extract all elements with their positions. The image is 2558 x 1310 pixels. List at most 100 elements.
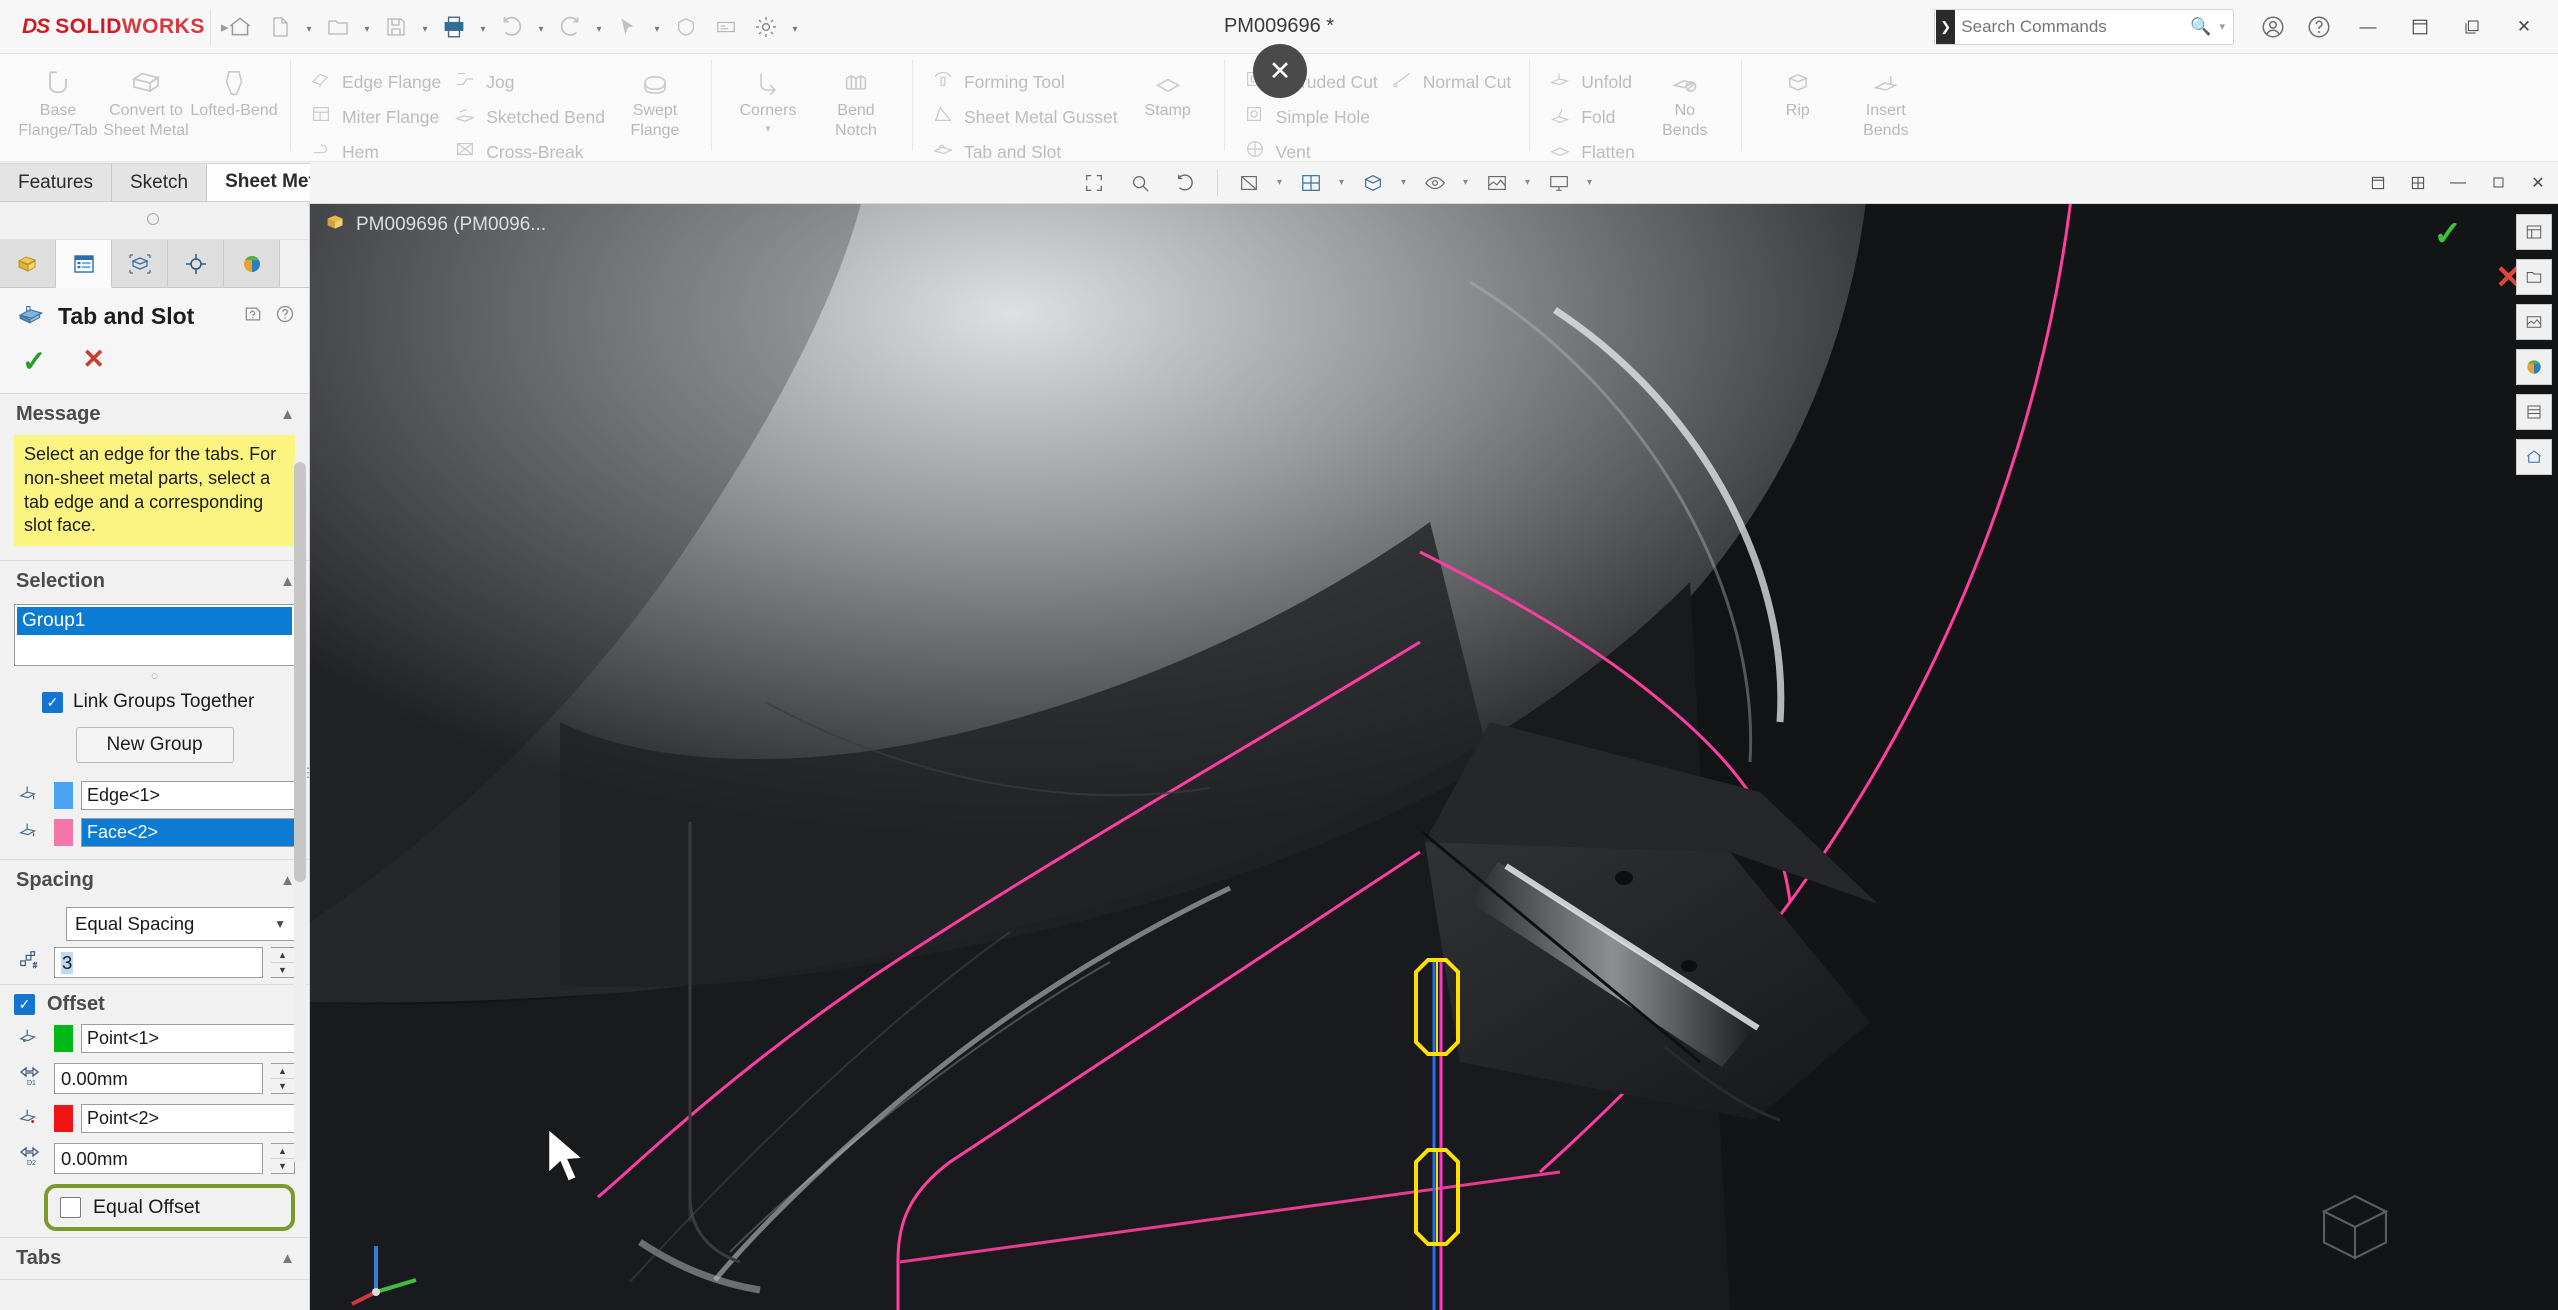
search-dropdown-caret-icon[interactable]: ▾ (2219, 20, 2233, 33)
group-list-item[interactable]: Group1 (17, 607, 292, 635)
tab-edge-value[interactable]: Edge<1> (81, 781, 295, 810)
print-icon[interactable] (435, 7, 473, 47)
stepper-down-icon[interactable]: ▼ (271, 1079, 294, 1093)
group-listbox[interactable]: Group1 (14, 604, 295, 666)
scrollbar-thumb[interactable] (294, 462, 306, 882)
new-document-icon[interactable] (261, 7, 299, 47)
stamp-button[interactable]: Stamp (1124, 58, 1212, 120)
sketched-bend-button[interactable]: Sketched Bend (447, 101, 611, 133)
equal-offset-checkbox[interactable] (60, 1197, 81, 1218)
whats-this-icon[interactable] (243, 304, 263, 329)
minimize-window-button[interactable]: — (2344, 4, 2392, 50)
offset-checkbox[interactable]: ✓ (14, 994, 35, 1015)
file-properties-icon[interactable] (707, 7, 745, 47)
selection-section-header[interactable]: Selection ▲ (0, 561, 309, 602)
save-caret-icon[interactable]: ▾ (417, 7, 433, 47)
view-cube[interactable] (2312, 1184, 2398, 1270)
apply-scene-caret-icon[interactable]: ▾ (1520, 163, 1536, 203)
open-document-icon[interactable] (319, 7, 357, 47)
undo-icon[interactable] (493, 7, 531, 47)
offset-point-2-value[interactable]: Point<2> (81, 1104, 295, 1133)
offset-distance-2-stepper[interactable]: ▲ ▼ (271, 1143, 295, 1174)
base-flange-tab-button[interactable]: Base Flange/Tab (14, 58, 102, 141)
offset-distance-2-row[interactable]: D2 0.00mm ▲ ▼ (0, 1137, 309, 1180)
offset-header-row[interactable]: ✓ Offset (0, 985, 309, 1020)
chevron-down-icon[interactable]: ▼ (274, 917, 294, 931)
model-viewport[interactable] (310, 162, 2558, 1310)
display-style-caret-icon[interactable]: ▾ (1396, 163, 1412, 203)
offset-point-1-value[interactable]: Point<1> (81, 1024, 295, 1053)
options-gear-icon[interactable] (747, 7, 785, 47)
message-section-header[interactable]: Message ▲ (0, 394, 309, 435)
dimxpert-manager-tab[interactable] (168, 240, 224, 288)
confirm-ok-button[interactable]: ✓ (2434, 214, 2463, 254)
section-view-icon[interactable] (1226, 163, 1272, 203)
tab-features[interactable]: Features (0, 163, 112, 201)
undo-caret-icon[interactable]: ▾ (533, 7, 549, 47)
rebuild-icon[interactable] (667, 7, 705, 47)
close-overlay-button[interactable]: ✕ (1253, 44, 1307, 98)
stepper-up-icon[interactable]: ▲ (271, 1144, 294, 1159)
offset-distance-1-field[interactable]: 0.00mm (54, 1063, 263, 1094)
new-document-caret-icon[interactable]: ▾ (301, 7, 317, 47)
configuration-manager-tab[interactable] (112, 240, 168, 288)
normal-cut-button[interactable]: Normal Cut (1384, 66, 1518, 98)
instance-count-field[interactable]: 3 (54, 947, 263, 978)
view-orientation-caret-icon[interactable]: ▾ (1334, 163, 1350, 203)
search-commands-box[interactable]: ❯ 🔍 ▾ (1934, 8, 2234, 45)
display-manager-tab[interactable] (224, 240, 280, 288)
offset-distance-2-field[interactable]: 0.00mm (54, 1143, 263, 1174)
tile-doc-button[interactable] (2398, 163, 2438, 203)
listbox-resize-grip[interactable]: ○ (0, 668, 309, 683)
redo-icon[interactable] (551, 7, 589, 47)
section-view-caret-icon[interactable]: ▾ (1272, 163, 1288, 203)
search-input[interactable] (1961, 16, 2183, 37)
chevron-up-icon[interactable]: ▲ (280, 406, 295, 423)
bend-notch-button[interactable]: Bend Notch (812, 58, 900, 141)
property-manager-tab[interactable] (56, 240, 112, 288)
graphics-area[interactable]: ▾ ▾ ▾ ▾ ▾ ▾ — ✕ PM009696 (PM0096... ✓ ✕ (310, 162, 2558, 1310)
close-doc-button[interactable]: ✕ (2518, 163, 2558, 203)
chevron-up-icon[interactable]: ▲ (280, 872, 295, 889)
minimize-doc-button[interactable]: — (2438, 163, 2478, 203)
open-document-caret-icon[interactable]: ▾ (359, 7, 375, 47)
no-bends-button[interactable]: No Bends (1641, 58, 1729, 141)
feature-manager-tab[interactable] (0, 240, 56, 288)
appearances-folder-icon[interactable] (2516, 259, 2552, 295)
swept-flange-button[interactable]: Swept Flange (611, 58, 699, 141)
fold-button[interactable]: Fold (1542, 101, 1641, 133)
print-caret-icon[interactable]: ▾ (475, 7, 491, 47)
decals-icon[interactable] (2516, 394, 2552, 430)
instance-count-row[interactable]: 3 ▲ ▼ (0, 941, 309, 984)
offset-distance-1-row[interactable]: D1 0.00mm ▲ ▼ (0, 1057, 309, 1100)
maximize-doc-button[interactable] (2478, 163, 2518, 203)
appearance-sphere-icon[interactable] (2516, 349, 2552, 385)
offset-point-2-row[interactable]: Point<2> (0, 1100, 309, 1137)
unfold-button[interactable]: Unfold (1542, 66, 1641, 98)
tabs-section-header[interactable]: Tabs ▲ (0, 1238, 309, 1279)
offset-distance-1-stepper[interactable]: ▲ ▼ (271, 1063, 295, 1094)
sheet-metal-gusset-button[interactable]: Sheet Metal Gusset (925, 101, 1124, 133)
spacing-mode-select[interactable]: Equal Spacing ▼ (66, 907, 295, 941)
save-icon[interactable] (377, 7, 415, 47)
auto-hide-pin-icon[interactable] (147, 213, 159, 225)
view-settings-icon[interactable] (1536, 163, 1582, 203)
forming-tool-button[interactable]: Forming Tool (925, 66, 1124, 98)
miter-flange-button[interactable]: Miter Flange (303, 101, 447, 133)
cancel-button[interactable]: ✕ (82, 344, 105, 379)
property-manager-scrollbar[interactable] (294, 462, 306, 1162)
select-cursor-icon[interactable] (609, 7, 647, 47)
insert-bends-button[interactable]: Insert Bends (1842, 58, 1930, 141)
previous-view-icon[interactable] (1163, 163, 1209, 203)
convert-to-sheet-metal-button[interactable]: Convert to Sheet Metal (102, 58, 190, 141)
hide-show-items-icon[interactable] (1412, 163, 1458, 203)
corners-button[interactable]: Corners (724, 58, 812, 120)
corners-dropdown-caret-icon[interactable]: ▾ (724, 120, 812, 135)
jog-button[interactable]: Jog (447, 66, 611, 98)
stepper-down-icon[interactable]: ▼ (271, 1159, 294, 1173)
redo-caret-icon[interactable]: ▾ (591, 7, 607, 47)
home-icon[interactable] (221, 7, 259, 47)
search-icon[interactable]: 🔍 (2182, 17, 2219, 37)
select-caret-icon[interactable]: ▾ (649, 7, 665, 47)
spacing-section-header[interactable]: Spacing ▲ (0, 860, 309, 901)
